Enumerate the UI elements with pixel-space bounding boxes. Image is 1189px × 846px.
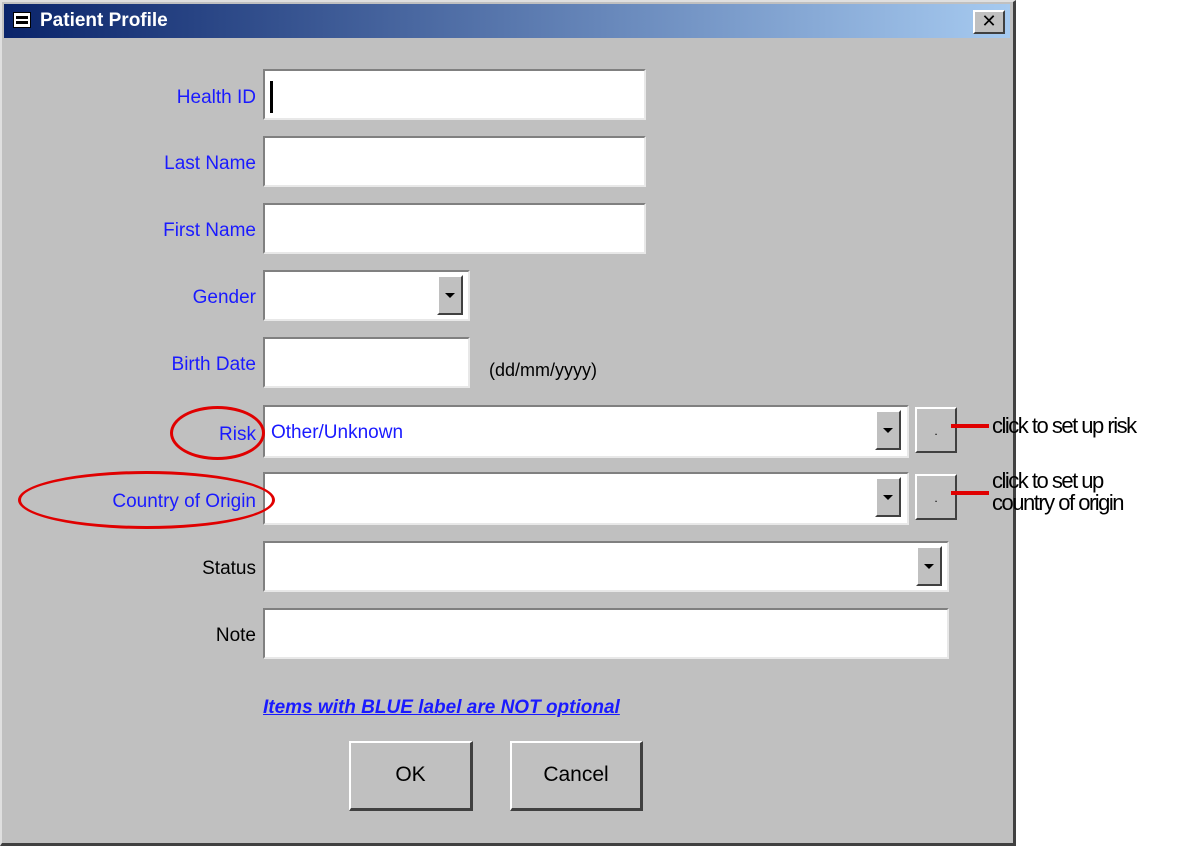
- risk-pointer-line: [951, 424, 989, 428]
- gender-select[interactable]: [263, 270, 470, 321]
- text-cursor: [270, 81, 273, 113]
- risk-setup-button[interactable]: .: [915, 407, 957, 453]
- birth-date-label: Birth Date: [171, 354, 256, 375]
- ok-button[interactable]: OK: [349, 741, 473, 811]
- status-dropdown-button[interactable]: [916, 546, 942, 586]
- health-id-field[interactable]: [263, 69, 646, 120]
- first-name-field[interactable]: [263, 203, 646, 254]
- cancel-button[interactable]: Cancel: [510, 741, 643, 811]
- status-select[interactable]: [263, 541, 949, 592]
- risk-dropdown-button[interactable]: [875, 410, 901, 450]
- country-of-origin-select[interactable]: [263, 472, 909, 525]
- form-icon: [13, 12, 31, 28]
- note-label: Note: [215, 625, 256, 646]
- health-id-label: Health ID: [176, 87, 256, 108]
- last-name-label: Last Name: [164, 153, 256, 174]
- risk-highlight-circle: [170, 406, 265, 460]
- country-annotation-line2: country of origin: [992, 490, 1125, 515]
- country-pointer-line: [951, 491, 989, 495]
- last-name-field[interactable]: [263, 136, 646, 187]
- gender-label: Gender: [192, 287, 256, 308]
- gender-dropdown-button[interactable]: [437, 275, 463, 315]
- birth-date-format-hint: (dd/mm/yyyy): [489, 360, 597, 380]
- patient-profile-window: Patient Profile ✕ Health ID Last Name Fi…: [0, 0, 1016, 846]
- country-of-origin-dropdown-button[interactable]: [875, 477, 901, 517]
- risk-value: Other/Unknown: [271, 422, 404, 443]
- country-highlight-circle: [18, 471, 275, 529]
- birth-date-field[interactable]: [263, 337, 470, 388]
- note-field[interactable]: [263, 608, 949, 659]
- close-button[interactable]: ✕: [973, 10, 1005, 34]
- risk-annotation: click to set up risk: [992, 413, 1137, 438]
- title-bar: Patient Profile ✕: [4, 4, 1010, 38]
- first-name-label: First Name: [163, 220, 256, 241]
- risk-select[interactable]: Other/Unknown: [263, 405, 909, 458]
- required-fields-notice: Items with BLUE label are NOT optional: [263, 697, 620, 718]
- country-setup-button[interactable]: .: [915, 474, 957, 520]
- country-annotation-line1: click to set up: [992, 468, 1104, 493]
- status-label: Status: [202, 558, 256, 579]
- window-title: Patient Profile: [40, 10, 168, 31]
